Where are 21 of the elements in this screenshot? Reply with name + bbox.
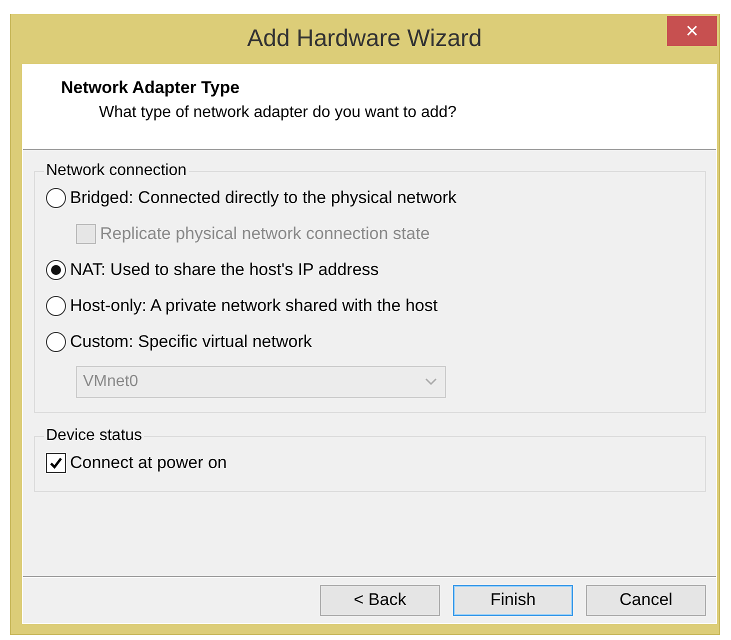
radio-button[interactable] [46, 188, 66, 208]
group-title: Network connection [45, 162, 188, 180]
wizard-button[interactable]: Cancel [586, 584, 706, 616]
checkbox-label[interactable]: Connect at power on [70, 453, 227, 473]
page-subtitle: What type of network adapter do you want to add? [99, 104, 458, 122]
close-button[interactable]: × [667, 16, 717, 46]
option-label[interactable]: Bridged: Connected directly to the physical network [70, 188, 456, 208]
checkmark-icon [49, 456, 63, 470]
option-label[interactable]: Custom: Specific virtual network [70, 332, 312, 352]
radio-button[interactable] [46, 260, 66, 280]
window-title: Add Hardware Wizard [246, 24, 483, 53]
option-label[interactable]: Host-only: A private network shared with the host [70, 296, 438, 316]
option-label[interactable]: NAT: Used to share the host's IP address [70, 260, 379, 280]
checkbox[interactable] [46, 453, 66, 473]
chevron-down-icon [425, 378, 437, 386]
radio-button[interactable] [46, 296, 66, 316]
wizard-button[interactable]: Finish [453, 584, 573, 616]
wizard-button[interactable]: < Back [320, 584, 440, 616]
page-title: Network Adapter Type [61, 78, 241, 98]
group-title: Device status [45, 427, 144, 445]
radio-button[interactable] [46, 332, 66, 352]
